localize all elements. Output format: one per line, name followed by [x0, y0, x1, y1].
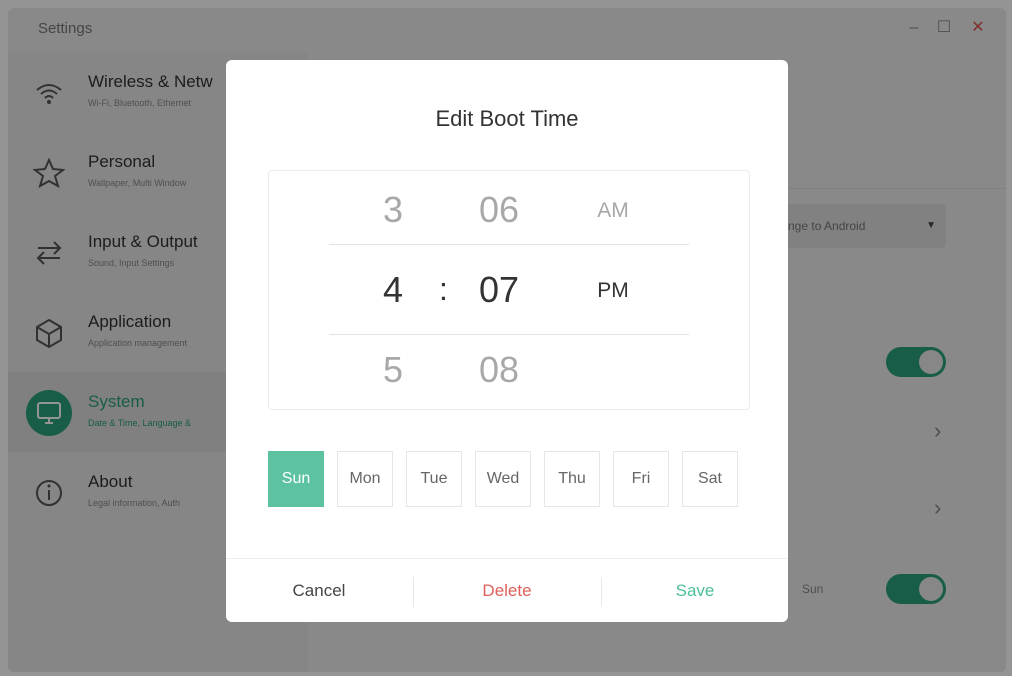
- minute-option[interactable]: 08: [459, 349, 539, 391]
- minute-selected[interactable]: 07: [459, 269, 539, 311]
- day-fri[interactable]: Fri: [613, 451, 669, 507]
- delete-button[interactable]: Delete: [414, 559, 600, 623]
- hour-option[interactable]: 3: [353, 189, 433, 231]
- time-picker[interactable]: 3 4 5 : 06 07 08 AM PM: [268, 170, 750, 410]
- minute-option[interactable]: 06: [459, 189, 539, 231]
- weekday-selector: Sun Mon Tue Wed Thu Fri Sat: [268, 451, 748, 507]
- cancel-button[interactable]: Cancel: [226, 559, 412, 623]
- dialog-title: Edit Boot Time: [435, 106, 579, 131]
- day-wed[interactable]: Wed: [475, 451, 531, 507]
- ampm-option[interactable]: AM: [573, 199, 653, 223]
- hour-option[interactable]: 5: [353, 349, 433, 391]
- day-tue[interactable]: Tue: [406, 451, 462, 507]
- edit-boot-time-dialog: Edit Boot Time 3 4 5 : 06 07 08 AM PM Su…: [226, 60, 788, 622]
- picker-divider: [329, 334, 689, 335]
- ampm-selected[interactable]: PM: [573, 279, 653, 303]
- dialog-footer: Cancel Delete Save: [226, 558, 788, 623]
- day-mon[interactable]: Mon: [337, 451, 393, 507]
- picker-divider: [329, 244, 689, 245]
- save-button[interactable]: Save: [602, 559, 788, 623]
- time-separator: :: [439, 271, 448, 307]
- day-sat[interactable]: Sat: [682, 451, 738, 507]
- day-sun[interactable]: Sun: [268, 451, 324, 507]
- day-thu[interactable]: Thu: [544, 451, 600, 507]
- hour-selected[interactable]: 4: [353, 269, 433, 311]
